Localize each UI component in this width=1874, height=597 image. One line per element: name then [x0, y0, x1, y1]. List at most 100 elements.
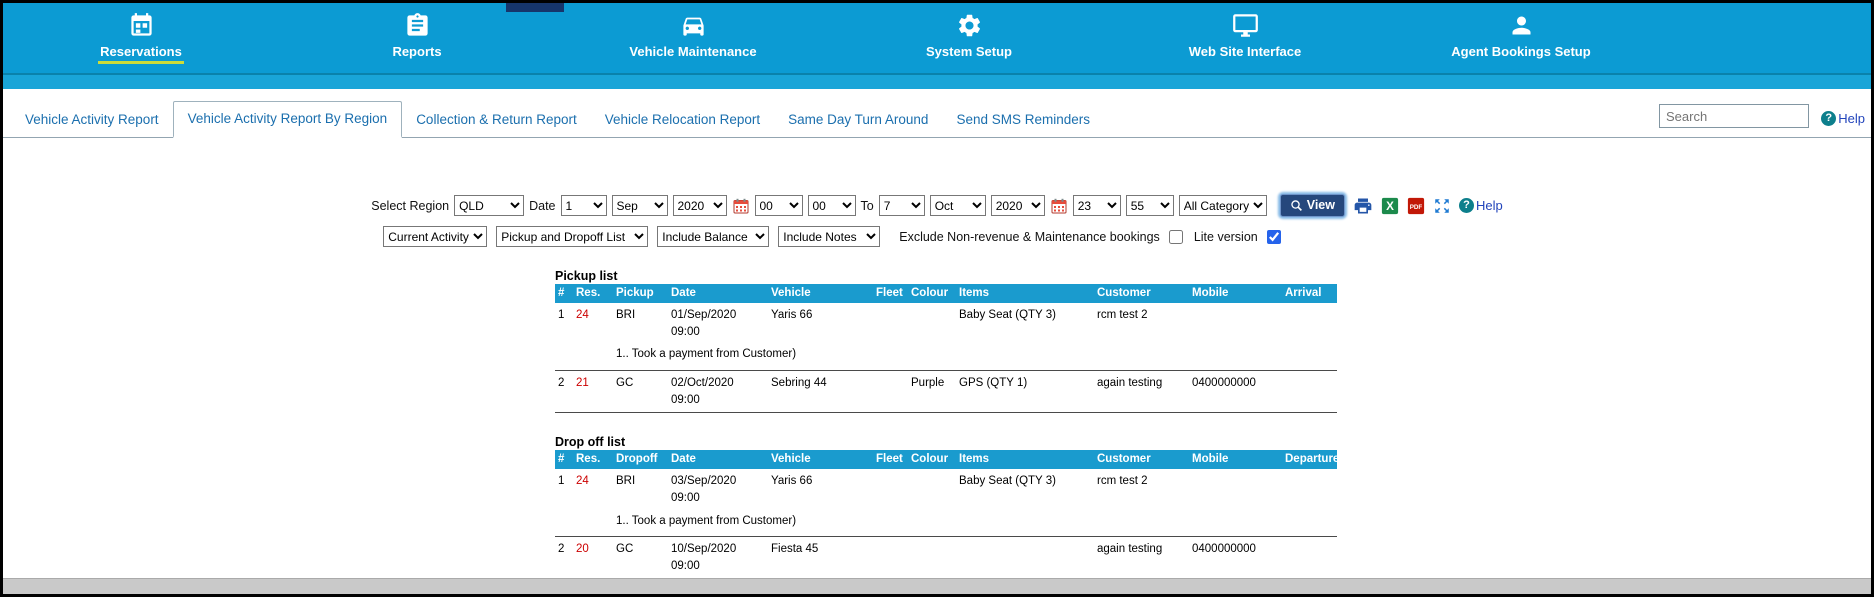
top-edge-artifact — [506, 3, 564, 12]
tab-vehicle-activity-report[interactable]: Vehicle Activity Report — [11, 103, 173, 137]
list-type-select[interactable]: Pickup and Dropoff List — [496, 226, 649, 247]
print-button[interactable] — [1353, 196, 1373, 216]
cell-location: GC — [613, 536, 668, 580]
fullscreen-button[interactable] — [1433, 197, 1451, 215]
cell-fleet — [873, 536, 908, 580]
time-line: 09:00 — [671, 560, 700, 573]
header-cell: Fleet — [873, 450, 908, 470]
nav-item-agent-bookings-setup[interactable]: Agent Bookings Setup — [1383, 12, 1659, 73]
cell-location: BRI — [616, 309, 636, 321]
view-button[interactable]: View — [1279, 194, 1345, 217]
balance-select[interactable]: Include Balance — [657, 226, 770, 247]
header-cell: Date — [668, 284, 768, 303]
car-icon — [682, 17, 704, 36]
header-cell: Mobile — [1189, 284, 1282, 303]
cell-num: 2 — [555, 536, 573, 580]
lite-version-label: Lite version — [1193, 229, 1258, 244]
export-pdf-button[interactable]: PDF — [1407, 197, 1425, 215]
gear-icon — [958, 14, 980, 37]
report-tabbar: Vehicle Activity Report Vehicle Activity… — [3, 101, 1871, 138]
app-window: Reservations Reports Vehicle Maintenance… — [0, 0, 1874, 597]
from-year-select[interactable]: 2020 — [672, 195, 727, 216]
filters-help-link[interactable]: ? Help — [1458, 198, 1503, 213]
cell-vehicle: Yaris 66 — [771, 475, 813, 488]
header-cell: Departure — [1282, 450, 1339, 470]
tab-vehicle-activity-report-by-region[interactable]: Vehicle Activity Report By Region — [172, 101, 403, 138]
dropoff-header-row: # Res. Dropoff Date Vehicle Fleet Colour… — [555, 450, 1339, 470]
reservation-link[interactable]: 21 — [573, 370, 613, 414]
search-input[interactable] — [1659, 104, 1809, 128]
nav-item-reports[interactable]: Reports — [279, 12, 555, 73]
pickup-header-row: # Res. Pickup Date Vehicle Fleet Colour … — [555, 284, 1337, 303]
notes-select[interactable]: Include Notes — [778, 226, 881, 247]
header-cell: Vehicle — [768, 284, 873, 303]
header-cell: Customer — [1094, 284, 1189, 303]
to-hour-select[interactable]: 23 — [1072, 195, 1121, 216]
nav-item-reservations[interactable]: Reservations — [3, 12, 279, 73]
reservation-link[interactable]: 24 — [573, 469, 613, 510]
from-calendar-picker-icon[interactable] — [733, 198, 749, 214]
category-select[interactable]: All Category — [1178, 195, 1267, 216]
cell-arrival — [1282, 303, 1337, 344]
tabbar-help-link[interactable]: ? Help — [1821, 111, 1865, 126]
tab-send-sms-reminders[interactable]: Send SMS Reminders — [942, 103, 1104, 137]
cell-mobile: 0400000000 — [1189, 536, 1282, 580]
cell-date: 01/Sep/2020 09:00 — [668, 303, 768, 344]
date-line: 03/Sep/2020 — [671, 475, 737, 488]
header-cell: Colour — [908, 450, 956, 470]
reservation-link[interactable]: 24 — [573, 303, 613, 344]
svg-text:PDF: PDF — [1410, 204, 1423, 211]
export-excel-button[interactable]: X — [1381, 197, 1399, 215]
lite-version-checkbox[interactable] — [1266, 229, 1281, 244]
monitor-icon — [1232, 14, 1258, 37]
to-calendar-picker-icon[interactable] — [1051, 198, 1067, 214]
cell-arrival — [1282, 370, 1337, 414]
to-year-select[interactable]: 2020 — [990, 195, 1045, 216]
dropoff-row: 1 24 BRI 03/Sep/2020 09:00 Yaris 66 Baby … — [555, 469, 1337, 510]
cell-vehicle: Fiesta 45 — [768, 536, 873, 580]
report-icon — [406, 13, 428, 36]
filter-bar-primary: Select Region QLD Date 1 Sep 2020 00 00 … — [3, 194, 1871, 217]
nav-item-vehicle-maintenance[interactable]: Vehicle Maintenance — [555, 12, 831, 73]
magnifier-icon — [1291, 199, 1302, 211]
note-text: 1.. Took a payment from Customer) — [613, 510, 1337, 538]
tab-vehicle-relocation-report[interactable]: Vehicle Relocation Report — [591, 103, 774, 137]
main-nav: Reservations Reports Vehicle Maintenance… — [3, 3, 1871, 73]
to-minute-select[interactable]: 55 — [1125, 195, 1174, 216]
cell-mobile — [1189, 303, 1282, 344]
cell-colour: Purple — [908, 370, 956, 414]
header-cell: Dropoff — [613, 450, 668, 470]
cell-date: 02/Oct/2020 09:00 — [668, 370, 768, 414]
note-text: 1.. Took a payment from Customer) — [613, 344, 1337, 372]
header-cell: Fleet — [873, 284, 908, 303]
nav-item-web-site-interface[interactable]: Web Site Interface — [1107, 12, 1383, 73]
activity-select[interactable]: Current Activity — [383, 226, 488, 247]
from-month-select[interactable]: Sep — [611, 195, 668, 216]
nav-item-system-setup[interactable]: System Setup — [831, 12, 1107, 73]
from-day-select[interactable]: 1 — [560, 195, 607, 216]
header-cell: Mobile — [1189, 450, 1282, 470]
cell-empty — [555, 510, 613, 538]
cell-mobile — [1189, 469, 1282, 510]
tab-same-day-turn-around[interactable]: Same Day Turn Around — [774, 103, 942, 137]
reservation-link[interactable]: 20 — [573, 536, 613, 580]
to-month-select[interactable]: Oct — [929, 195, 986, 216]
to-day-select[interactable]: 7 — [878, 195, 925, 216]
from-minute-select[interactable]: 00 — [807, 195, 856, 216]
date-line: 01/Sep/2020 — [671, 309, 737, 321]
fullscreen-icon — [1435, 198, 1449, 213]
dropoff-table: # Res. Dropoff Date Vehicle Fleet Colour… — [555, 450, 1339, 594]
nav-label: Web Site Interface — [1188, 44, 1302, 59]
excel-icon: X — [1381, 197, 1399, 214]
date-line: 10/Sep/2020 — [671, 543, 737, 556]
tab-collection-return-report[interactable]: Collection & Return Report — [402, 103, 591, 137]
header-cell: Pickup — [613, 284, 668, 303]
nav-label: Agent Bookings Setup — [1451, 44, 1591, 59]
region-select[interactable]: QLD — [454, 195, 525, 216]
cell-date: 03/Sep/2020 09:00 — [668, 469, 768, 510]
to-label: To — [860, 198, 874, 213]
from-hour-select[interactable]: 00 — [754, 195, 803, 216]
cell-empty — [555, 344, 613, 372]
exclude-bookings-checkbox[interactable] — [1168, 229, 1183, 244]
report-area: Pickup list # Res. Pickup Date Vehicle F… — [555, 269, 1339, 594]
